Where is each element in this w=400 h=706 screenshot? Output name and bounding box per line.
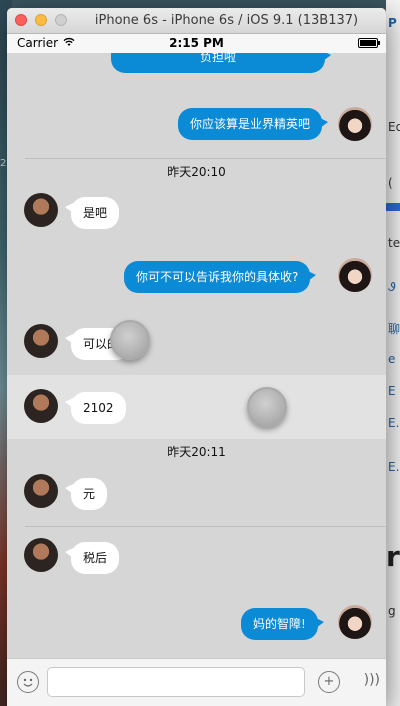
- message-bubble-incoming[interactable]: 是吧: [64, 197, 120, 229]
- desktop-fragment: Edi: [388, 120, 400, 134]
- avatar[interactable]: [338, 258, 372, 292]
- avatar[interactable]: [338, 605, 372, 639]
- message-input-bar: + ))): [7, 658, 386, 706]
- avatar[interactable]: [24, 474, 58, 508]
- simulator-window: iPhone 6s - iPhone 6s / iOS 9.1 (13B137)…: [7, 8, 386, 706]
- minimize-button[interactable]: [35, 14, 47, 26]
- avatar[interactable]: [24, 538, 58, 572]
- desktop-fragment: E: [388, 384, 396, 398]
- status-bar: Carrier 2:15 PM: [7, 34, 386, 53]
- touch-indicator: [247, 387, 287, 427]
- zoom-button[interactable]: [55, 14, 67, 26]
- message-text-field[interactable]: [47, 667, 305, 697]
- phone-screen: Carrier 2:15 PM 负担啦 你应该算是业界精英吧 昨天20:10 是…: [7, 34, 386, 706]
- plus-icon[interactable]: +: [318, 671, 340, 693]
- battery-icon: [358, 38, 380, 48]
- message-bubble-outgoing[interactable]: 你可不可以告诉我你的具体收?: [124, 261, 317, 293]
- window-title: iPhone 6s - iPhone 6s / iOS 9.1 (13B137): [94, 13, 359, 28]
- desktop-fragment: 聊: [388, 322, 400, 336]
- desktop-fragment: e: [388, 352, 396, 366]
- desktop-fragment: ra: [386, 540, 400, 573]
- desktop-bar: [386, 203, 400, 211]
- message-timestamp: 昨天20:11: [167, 445, 226, 459]
- desktop-fragment: P: [388, 16, 397, 30]
- message-timestamp: 昨天20:10: [167, 165, 226, 179]
- desktop-fragment: E.r: [388, 416, 400, 430]
- divider: [25, 526, 386, 527]
- window-titlebar[interactable]: iPhone 6s - iPhone 6s / iOS 9.1 (13B137): [7, 8, 386, 34]
- selected-row-highlight: [7, 375, 386, 439]
- desktop-fragment: g: [388, 604, 396, 618]
- desktop-fragment: E.n: [388, 460, 400, 474]
- desktop-fragment: Ꮽ: [388, 280, 396, 294]
- divider: [25, 158, 386, 159]
- voice-icon[interactable]: ))): [364, 672, 380, 688]
- message-bubble-incoming[interactable]: 2102: [65, 392, 126, 424]
- message-bubble-incoming[interactable]: 税后: [64, 542, 120, 574]
- avatar[interactable]: [24, 324, 58, 358]
- avatar[interactable]: [24, 389, 58, 423]
- desktop-fragment: ter: [388, 236, 400, 250]
- avatar[interactable]: [338, 107, 372, 141]
- desktop-background-right: P Edi ( ter Ꮽ 聊 e E E.r E.n ra g: [386, 0, 400, 706]
- message-bubble-outgoing[interactable]: 你应该算是业界精英吧: [178, 108, 329, 140]
- touch-indicator: [110, 320, 150, 360]
- desktop-fragment: (: [388, 176, 393, 190]
- close-button[interactable]: [15, 14, 27, 26]
- emoji-icon[interactable]: [17, 671, 39, 693]
- status-time: 2:15 PM: [169, 36, 224, 50]
- message-bubble-incoming[interactable]: 元: [64, 478, 108, 510]
- message-bubble-outgoing[interactable]: 妈的智障!: [241, 608, 324, 640]
- avatar[interactable]: [24, 193, 58, 227]
- chat-list[interactable]: 负担啦 你应该算是业界精英吧 昨天20:10 是吧 你可不可以告诉我你的具体收?…: [7, 41, 386, 658]
